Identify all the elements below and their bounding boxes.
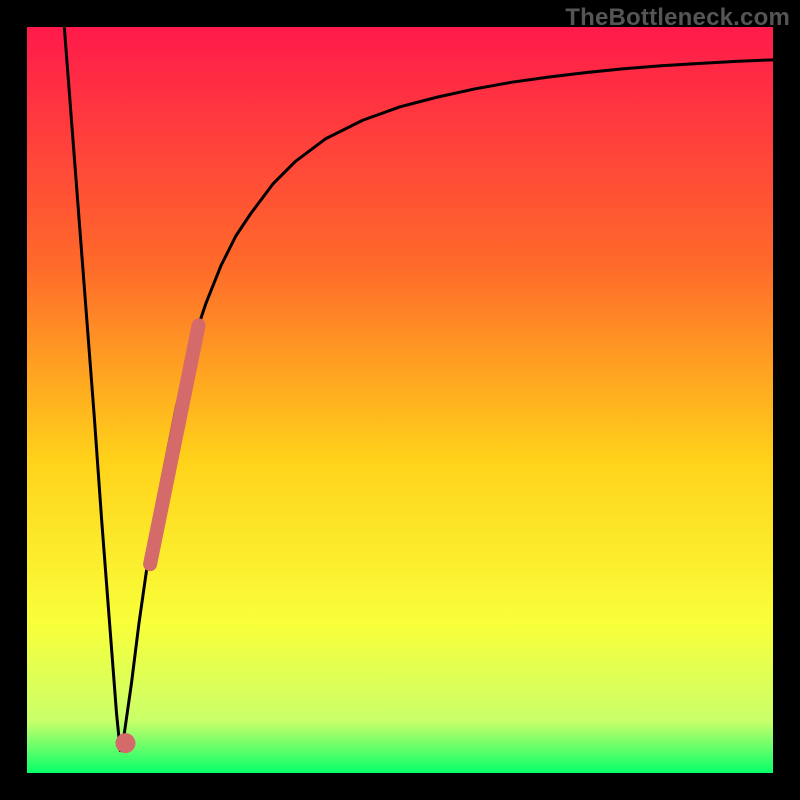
watermark-text: TheBottleneck.com (565, 4, 790, 32)
chart-frame: TheBottleneck.com (0, 0, 800, 800)
chart-svg (27, 27, 773, 773)
highlight-dot (115, 733, 135, 753)
gradient-background (27, 27, 773, 773)
plot-area (27, 27, 773, 773)
